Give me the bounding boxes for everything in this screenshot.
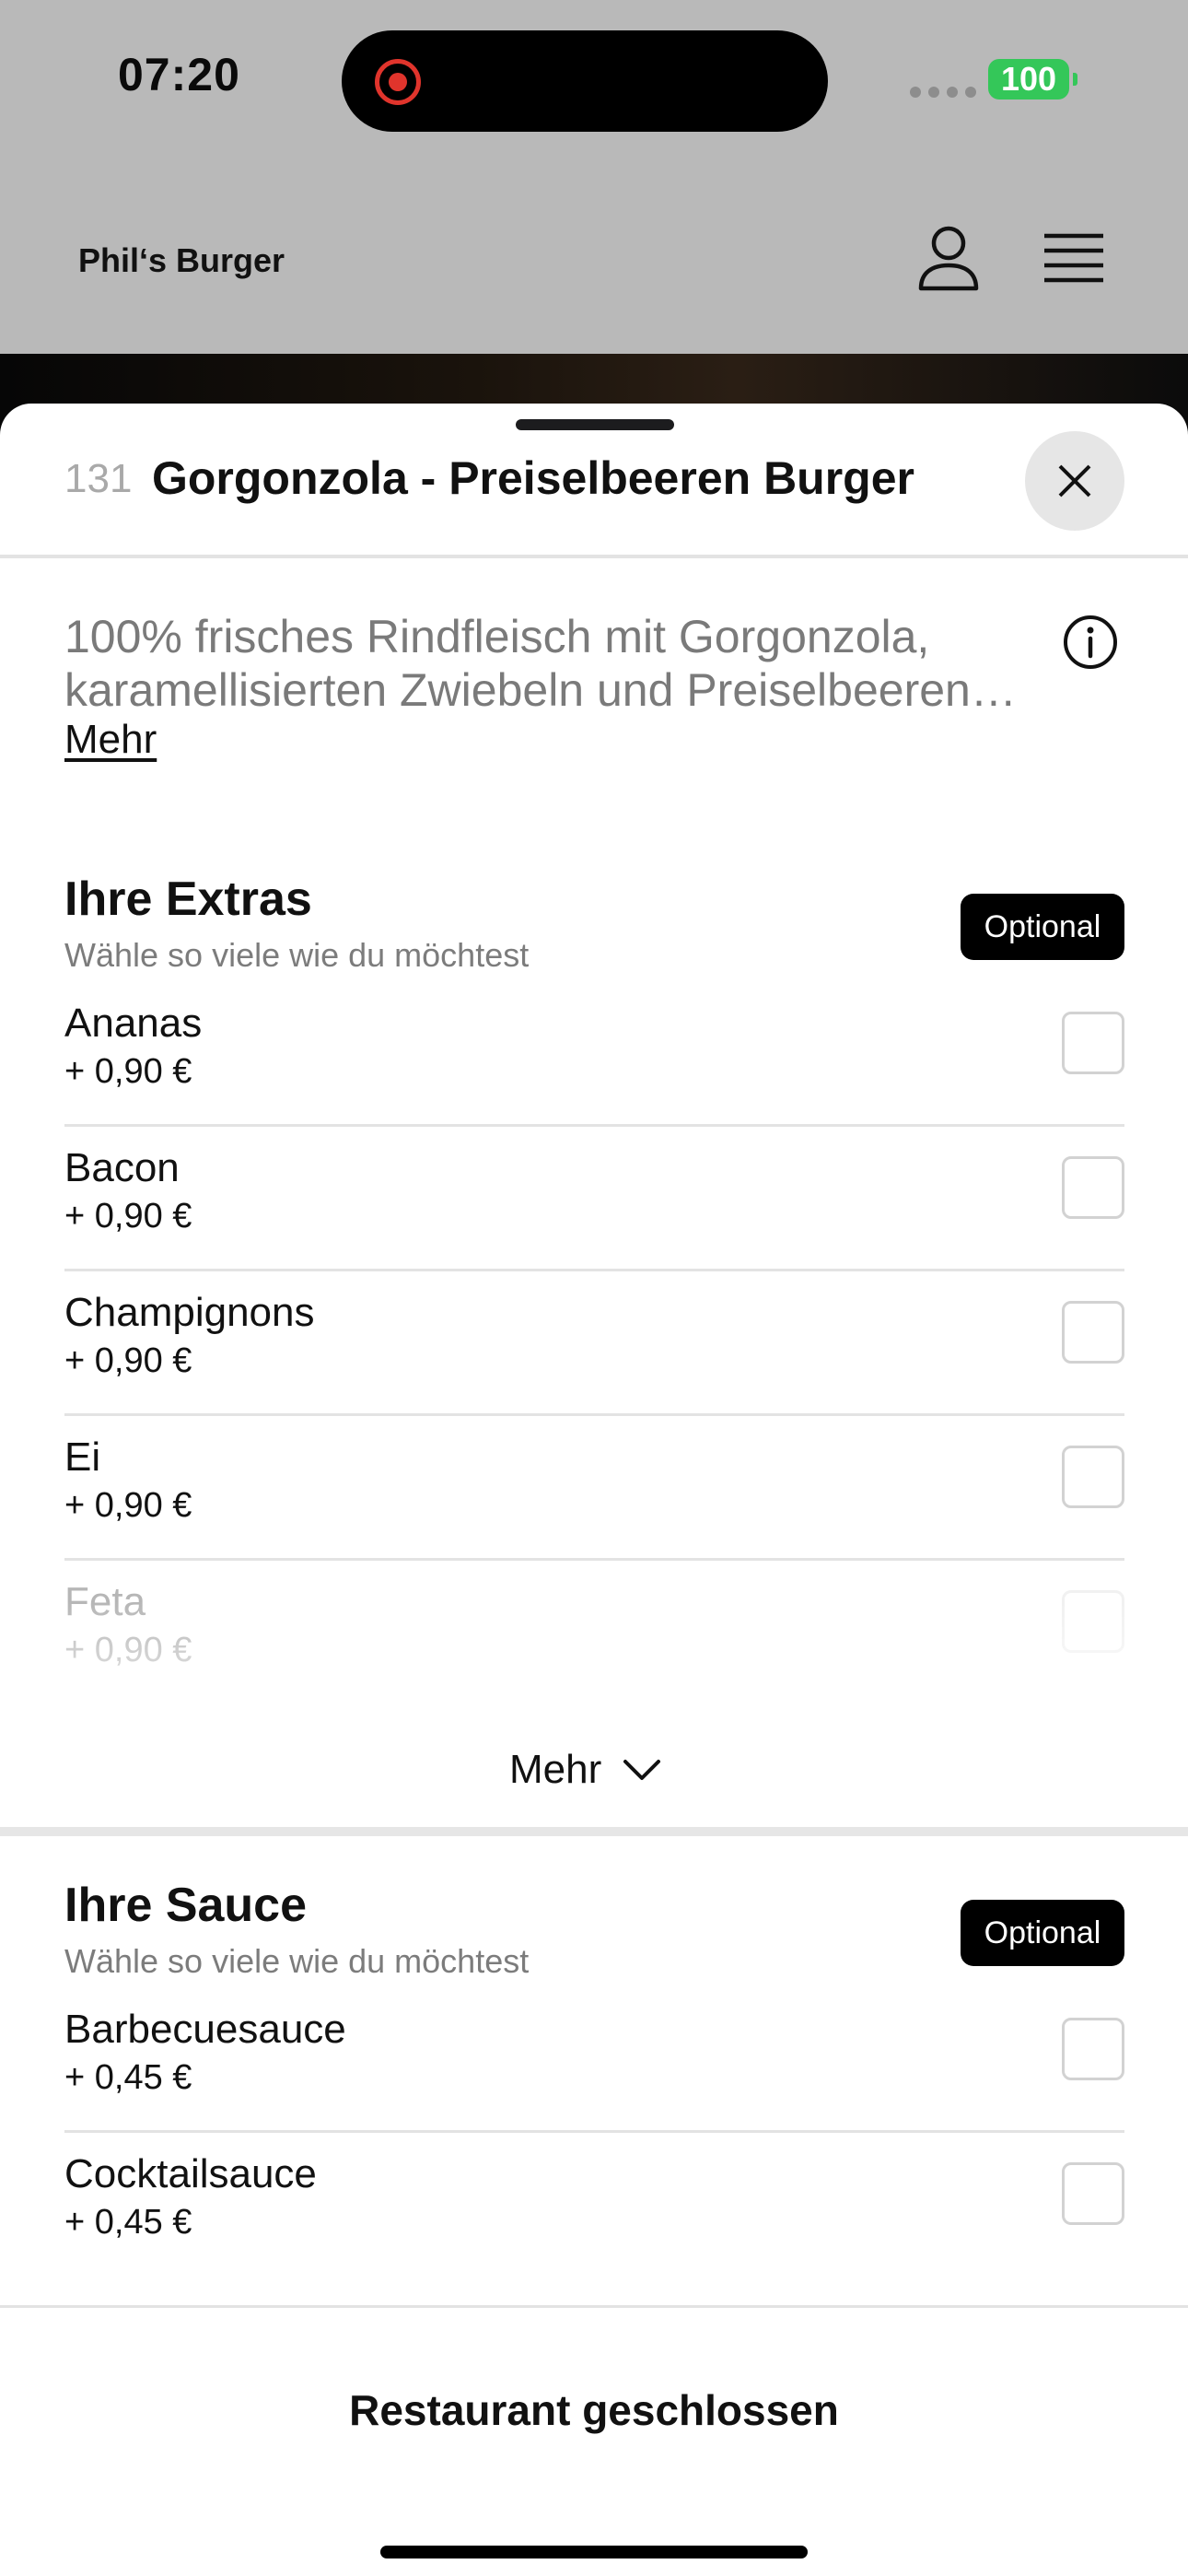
header-divider (0, 555, 1188, 558)
option-row-cocktailsauce[interactable]: Cocktailsauce + 0,45 € (64, 2133, 1124, 2277)
section-subtitle: Wähle so viele wie du möchtest (64, 1942, 530, 1980)
battery-indicator: 100 (988, 59, 1077, 100)
brand-name[interactable]: Phil‘s Burger (78, 241, 285, 280)
option-checkbox[interactable] (1062, 1156, 1124, 1219)
sauce-section: Ihre Sauce Wähle so viele wie du möchtes… (0, 1878, 1188, 2283)
app-header-overlay: 07:20 100 Phil‘s Burger (0, 0, 1188, 354)
option-checkbox[interactable] (1062, 2018, 1124, 2080)
section-title: Ihre Extras (64, 872, 312, 926)
user-icon[interactable] (917, 225, 980, 291)
sheet-grabber[interactable] (516, 419, 674, 430)
option-checkbox[interactable] (1062, 1301, 1124, 1364)
record-indicator-icon (375, 59, 421, 105)
info-icon[interactable] (1062, 614, 1119, 671)
product-detail-sheet: 131 Gorgonzola - Preiselbeeren Burger 10… (0, 404, 1188, 2576)
option-row-barbecuesauce[interactable]: Barbecuesauce + 0,45 € (64, 1988, 1124, 2133)
hamburger-menu-icon[interactable] (1042, 232, 1105, 284)
option-checkbox[interactable] (1062, 1446, 1124, 1508)
home-indicator[interactable] (380, 2546, 808, 2558)
chevron-down-icon (623, 1760, 661, 1780)
item-title: Gorgonzola - Preiselbeeren Burger (152, 452, 914, 504)
more-label: Mehr (509, 1747, 602, 1792)
option-row-ananas[interactable]: Ananas + 0,90 € (64, 982, 1124, 1127)
option-price: + 0,45 € (64, 2203, 192, 2242)
option-name: Barbecuesauce (64, 2007, 346, 2052)
option-price: + 0,90 € (64, 1486, 192, 1525)
option-row-ei[interactable]: Ei + 0,90 € (64, 1416, 1124, 1561)
restaurant-status: Restaurant geschlossen (349, 2386, 839, 2434)
optional-badge: Optional (961, 894, 1124, 960)
option-row-champignons[interactable]: Champignons + 0,90 € (64, 1271, 1124, 1416)
option-name: Cocktailsauce (64, 2151, 317, 2196)
option-checkbox[interactable] (1062, 1590, 1124, 1653)
option-row-bacon[interactable]: Bacon + 0,90 € (64, 1127, 1124, 1271)
close-button[interactable] (1025, 431, 1124, 531)
option-name: Champignons (64, 1290, 315, 1335)
section-subtitle: Wähle so viele wie du möchtest (64, 936, 530, 974)
option-name: Feta (64, 1579, 146, 1624)
option-checkbox[interactable] (1062, 1012, 1124, 1074)
item-description: 100% frisches Rindfleisch mit Gorgonzola… (64, 611, 971, 716)
option-name: Ananas (64, 1001, 203, 1046)
description-more-link[interactable]: Mehr (64, 717, 157, 763)
extras-section: Ihre Extras Wähle so viele wie du möchte… (0, 872, 1188, 1480)
option-price: + 0,90 € (64, 1052, 192, 1091)
option-name: Bacon (64, 1145, 180, 1190)
option-row-feta[interactable]: Feta + 0,90 € (64, 1561, 1124, 1705)
option-price: + 0,45 € (64, 2058, 192, 2097)
optional-badge: Optional (961, 1900, 1124, 1966)
item-number: 131 (64, 456, 133, 501)
cellular-signal-icon (910, 87, 976, 98)
section-divider (0, 1827, 1188, 1836)
section-title: Ihre Sauce (64, 1879, 308, 1932)
extras-more-button[interactable]: Mehr (509, 1747, 662, 1793)
option-price: + 0,90 € (64, 1197, 192, 1235)
dynamic-island (342, 30, 828, 132)
option-name: Ei (64, 1434, 101, 1480)
sheet-footer: Restaurant geschlossen (0, 2305, 1188, 2576)
option-checkbox[interactable] (1062, 2162, 1124, 2225)
status-time: 07:20 (118, 49, 240, 100)
option-price: + 0,90 € (64, 1631, 192, 1669)
option-price: + 0,90 € (64, 1341, 192, 1380)
close-icon (1058, 464, 1091, 498)
